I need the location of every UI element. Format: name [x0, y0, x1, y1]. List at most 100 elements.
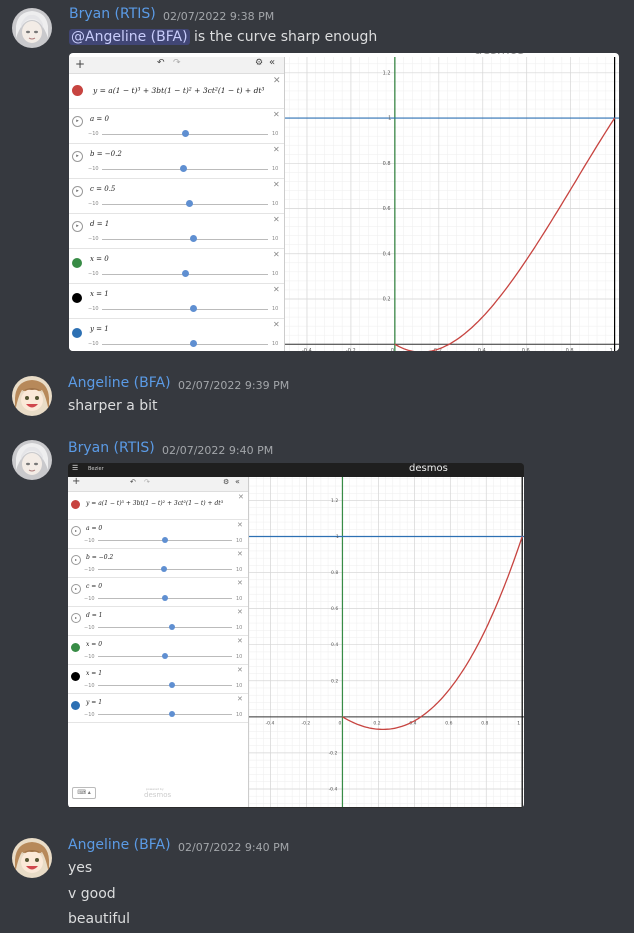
play-icon[interactable]: ▸: [72, 221, 83, 232]
close-icon[interactable]: ✕: [273, 285, 280, 294]
curve-color-icon[interactable]: [71, 500, 80, 509]
slider-handle[interactable]: [162, 595, 168, 602]
slider-label[interactable]: b = −0.2: [90, 150, 122, 158]
close-icon[interactable]: ✕: [273, 110, 280, 119]
menu-icon[interactable]: ☰: [72, 464, 78, 472]
slider-row[interactable]: x = 1 −10 10 ✕: [68, 665, 248, 694]
slider-label[interactable]: b = −0.2: [86, 554, 113, 561]
play-icon[interactable]: ▸: [72, 116, 83, 127]
graph-canvas[interactable]: -0.4-0.200.20.40.60.810.20.40.60.811.2: [285, 57, 619, 351]
user-mention[interactable]: @Angeline (BFA): [69, 29, 190, 45]
close-icon[interactable]: ✕: [238, 493, 244, 501]
slider-label[interactable]: c = 0.5: [90, 185, 115, 193]
avatar[interactable]: [12, 8, 52, 48]
slider-row[interactable]: ▸ b = −0.2 −10 10 ✕: [68, 549, 248, 578]
slider-label[interactable]: d = 1: [90, 220, 109, 228]
slider-row[interactable]: y = 1 −10 10 ✕: [69, 319, 284, 351]
undo-icon[interactable]: ↶: [130, 478, 136, 486]
curve-color-icon[interactable]: [72, 85, 83, 96]
slider-track[interactable]: [98, 627, 232, 629]
slider-label[interactable]: d = 1: [86, 612, 103, 619]
slider-handle[interactable]: [162, 653, 168, 660]
close-icon[interactable]: ✕: [237, 637, 243, 645]
slider-handle[interactable]: [189, 235, 197, 242]
avatar[interactable]: [12, 838, 52, 878]
avatar[interactable]: [12, 440, 52, 480]
curve-color-icon[interactable]: [72, 327, 82, 338]
close-icon[interactable]: ✕: [237, 521, 243, 529]
image-attachment[interactable]: desmos + ↶ ↷ ⚙ « y = a(1 − t)³ + 3bt(1 −…: [69, 53, 619, 351]
username[interactable]: Angeline (BFA): [68, 837, 171, 853]
expression-row-equation[interactable]: y = a(1 − t)³ + 3bt(1 − t)² + 3ct²(1 − t…: [68, 491, 248, 520]
slider-label[interactable]: x = 1: [86, 670, 102, 677]
graph-canvas[interactable]: -0.4 -0.2 0 0.2 0.4 0.6 0.8 1 -0.4 -0.2 0.2 0.4 0.6 0…: [248, 477, 524, 807]
play-icon[interactable]: ▸: [72, 151, 83, 162]
slider-row[interactable]: ▸ b = −0.2 −10 10 ✕: [69, 144, 284, 179]
close-icon[interactable]: ✕: [273, 215, 280, 224]
play-icon[interactable]: ▸: [72, 186, 83, 197]
curve-color-icon[interactable]: [72, 292, 82, 303]
slider-track[interactable]: [98, 685, 232, 687]
slider-row[interactable]: ▸ a = 0 −10 10 ✕: [68, 520, 248, 549]
play-icon[interactable]: ▸: [71, 525, 81, 536]
close-icon[interactable]: ✕: [237, 579, 243, 587]
slider-row[interactable]: y = 1 −10 10 ✕: [68, 694, 248, 723]
close-icon[interactable]: ✕: [237, 666, 243, 674]
equation-text[interactable]: y = a(1 − t)³ + 3bt(1 − t)² + 3ct²(1 − t…: [93, 86, 264, 95]
gear-icon[interactable]: ⚙: [223, 478, 229, 486]
slider-track[interactable]: [102, 308, 268, 310]
slider-handle[interactable]: [168, 682, 175, 689]
equation-text[interactable]: y = a(1 − t)³ + 3bt(1 − t)² + 3ct²(1 − t…: [86, 500, 223, 507]
slider-label[interactable]: x = 0: [86, 641, 102, 648]
play-icon[interactable]: ▸: [71, 554, 81, 565]
slider-handle[interactable]: [168, 624, 175, 631]
play-icon[interactable]: ▸: [71, 583, 81, 594]
close-icon[interactable]: ✕: [237, 695, 243, 703]
redo-icon[interactable]: ↷: [144, 478, 150, 486]
slider-handle[interactable]: [185, 200, 193, 207]
curve-color-icon[interactable]: [72, 257, 82, 268]
slider-label[interactable]: x = 0: [90, 255, 109, 263]
slider-track[interactable]: [102, 238, 268, 240]
close-icon[interactable]: ✕: [273, 76, 281, 86]
close-icon[interactable]: ✕: [273, 320, 280, 329]
slider-handle[interactable]: [162, 537, 168, 544]
close-icon[interactable]: ✕: [273, 180, 280, 189]
slider-label[interactable]: a = 0: [90, 115, 109, 123]
username[interactable]: Bryan (RTIS): [69, 6, 156, 22]
slider-row[interactable]: ▸ d = 1 −10 10 ✕: [68, 607, 248, 636]
collapse-icon[interactable]: «: [269, 57, 275, 68]
username[interactable]: Angeline (BFA): [68, 375, 171, 391]
slider-handle[interactable]: [181, 270, 189, 277]
slider-track[interactable]: [102, 343, 268, 345]
redo-icon[interactable]: ↷: [173, 58, 181, 68]
slider-label[interactable]: a = 0: [86, 525, 102, 532]
slider-row[interactable]: ▸ c = 0 −10 10 ✕: [68, 578, 248, 607]
avatar[interactable]: [12, 376, 52, 416]
curve-color-icon[interactable]: [71, 701, 80, 711]
slider-label[interactable]: x = 1: [90, 290, 109, 298]
close-icon[interactable]: ✕: [273, 250, 280, 259]
username[interactable]: Bryan (RTIS): [68, 440, 155, 456]
close-icon[interactable]: ✕: [237, 550, 243, 558]
slider-handle[interactable]: [160, 566, 167, 573]
slider-handle[interactable]: [181, 130, 189, 137]
keyboard-icon[interactable]: ⌨ ▴: [72, 787, 96, 799]
play-icon[interactable]: ▸: [71, 612, 81, 623]
close-icon[interactable]: ✕: [237, 608, 243, 616]
slider-handle[interactable]: [168, 711, 175, 718]
slider-track[interactable]: [98, 714, 232, 716]
close-icon[interactable]: ✕: [273, 145, 280, 154]
add-icon[interactable]: +: [75, 57, 85, 71]
slider-row[interactable]: ▸ d = 1 −10 10 ✕: [69, 214, 284, 249]
slider-label[interactable]: y = 1: [90, 325, 109, 333]
slider-row[interactable]: ▸ a = 0 −10 10 ✕: [69, 109, 284, 144]
slider-label[interactable]: y = 1: [86, 699, 102, 706]
slider-row[interactable]: x = 1 −10 10 ✕: [69, 284, 284, 319]
image-attachment[interactable]: ☰ Bezier desmos + ↶ ↷ ⚙ « y = a(1 − t)³ …: [68, 463, 524, 808]
slider-label[interactable]: c = 0: [86, 583, 102, 590]
slider-handle[interactable]: [189, 340, 197, 347]
curve-color-icon[interactable]: [71, 643, 80, 653]
gear-icon[interactable]: ⚙: [255, 58, 263, 68]
undo-icon[interactable]: ↶: [157, 58, 165, 68]
